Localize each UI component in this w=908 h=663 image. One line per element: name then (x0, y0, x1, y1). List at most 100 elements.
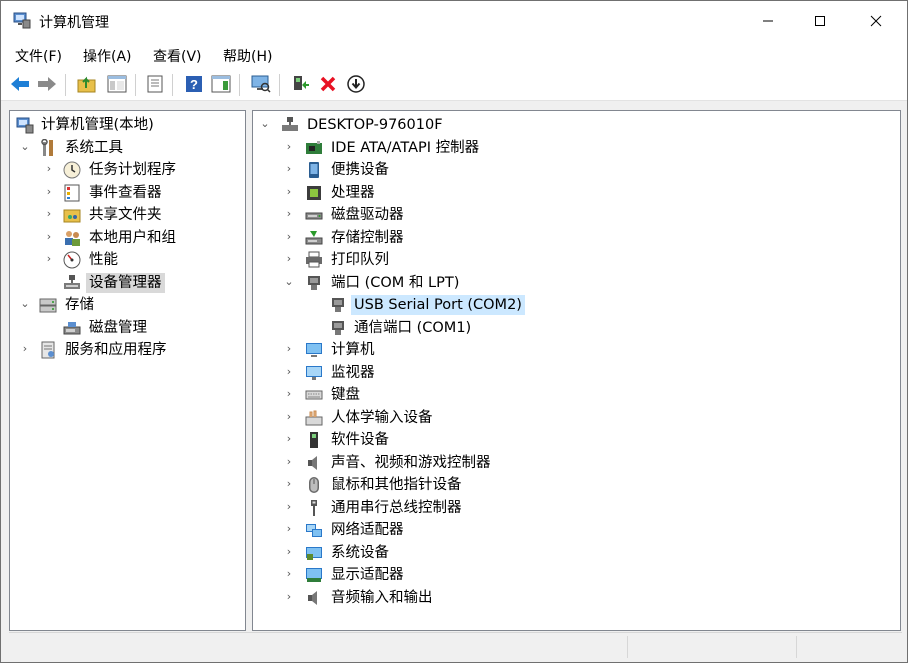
device-label: 计算机 (331, 342, 375, 358)
chevron-down-icon[interactable]: ⌄ (19, 140, 31, 154)
minimize-button[interactable] (745, 1, 791, 41)
close-button[interactable] (853, 1, 899, 41)
disable-device-icon (347, 75, 365, 93)
device-category-disk-drives[interactable]: › 磁盘驱动器 (253, 204, 900, 226)
device-category-mice[interactable]: › 鼠标和其他指针设备 (253, 474, 900, 496)
chevron-right-icon[interactable]: › (43, 162, 55, 176)
chevron-right-icon[interactable]: › (283, 140, 295, 154)
menu-help[interactable]: 帮助(H) (223, 46, 272, 66)
up-folder-button[interactable] (75, 72, 99, 96)
device-category-ide[interactable]: › IDE ATA/ATAPI 控制器 (253, 137, 900, 159)
chevron-right-icon[interactable]: › (283, 410, 295, 424)
device-com1-port[interactable]: 通信端口 (COM1) (253, 317, 900, 339)
device-tree-root[interactable]: ⌄ DESKTOP-976010F (253, 114, 900, 136)
tree-item-services-apps[interactable]: › 服务和应用程序 (10, 339, 245, 361)
tree-item-local-users[interactable]: › 本地用户和组 (10, 227, 245, 249)
properties-button[interactable] (143, 72, 167, 96)
device-category-processor[interactable]: › 处理器 (253, 182, 900, 204)
device-category-storage-controllers[interactable]: › 存储控制器 (253, 227, 900, 249)
chevron-right-icon[interactable]: › (283, 545, 295, 559)
chevron-right-icon[interactable]: › (283, 477, 295, 491)
device-category-network[interactable]: › 网络适配器 (253, 519, 900, 541)
performance-icon (63, 251, 81, 269)
device-category-system[interactable]: › 系统设备 (253, 542, 900, 564)
device-category-usb[interactable]: › 通用串行总线控制器 (253, 497, 900, 519)
device-category-monitors[interactable]: › 监视器 (253, 362, 900, 384)
chevron-down-icon[interactable]: ⌄ (283, 275, 295, 289)
device-category-computer[interactable]: › 计算机 (253, 339, 900, 361)
chevron-right-icon[interactable]: › (283, 432, 295, 446)
forward-button[interactable] (35, 72, 59, 96)
device-tree-pane[interactable]: ⌄ DESKTOP-976010F › IDE ATA/ATAPI 控制器 › … (252, 110, 901, 631)
chevron-right-icon[interactable]: › (283, 522, 295, 536)
device-category-hid[interactable]: › 人体学输入设备 (253, 407, 900, 429)
title-bar[interactable]: 计算机管理 (1, 1, 907, 41)
menu-view[interactable]: 查看(V) (153, 46, 202, 66)
tree-item-shared-folders[interactable]: › 共享文件夹 (10, 204, 245, 226)
chevron-right-icon[interactable]: › (283, 567, 295, 581)
update-driver-button[interactable] (288, 72, 312, 96)
chevron-down-icon[interactable]: ⌄ (259, 117, 271, 131)
menu-file[interactable]: 文件(F) (15, 46, 62, 66)
device-label: 监视器 (331, 365, 375, 381)
device-category-keyboards[interactable]: › 键盘 (253, 384, 900, 406)
software-device-icon (310, 432, 318, 448)
device-category-display[interactable]: › 显示适配器 (253, 564, 900, 586)
back-button[interactable] (8, 72, 32, 96)
storage-icon (39, 298, 57, 313)
tree-label: 事件查看器 (89, 185, 162, 201)
chevron-right-icon[interactable]: › (43, 230, 55, 244)
help-icon: ? (186, 76, 202, 92)
device-usb-serial-port[interactable]: USB Serial Port (COM2) (253, 294, 900, 316)
device-category-software[interactable]: › 软件设备 (253, 429, 900, 451)
status-separator (627, 636, 628, 658)
chevron-right-icon[interactable]: › (283, 455, 295, 469)
chevron-right-icon[interactable]: › (283, 185, 295, 199)
chevron-right-icon[interactable]: › (283, 387, 295, 401)
menu-action[interactable]: 操作(A) (83, 46, 132, 66)
chevron-right-icon[interactable]: › (283, 252, 295, 266)
chevron-down-icon[interactable]: ⌄ (19, 297, 31, 311)
chevron-right-icon[interactable]: › (43, 252, 55, 266)
device-label: 系统设备 (331, 545, 389, 561)
tree-item-device-manager[interactable]: 设备管理器 (10, 272, 245, 294)
chevron-right-icon[interactable]: › (43, 185, 55, 199)
status-separator (796, 636, 797, 658)
show-hide-tree-button[interactable] (105, 72, 129, 96)
port-icon (308, 276, 320, 290)
toolbar-separator (172, 74, 173, 96)
device-category-audio-io[interactable]: › 音频输入和输出 (253, 587, 900, 609)
processor-icon (307, 186, 321, 200)
tree-item-performance[interactable]: › 性能 (10, 249, 245, 271)
device-category-portable[interactable]: › 便携设备 (253, 159, 900, 181)
left-tree-pane[interactable]: 计算机管理(本地) ⌄ 系统工具 › 任务计划程序 › 事件查看器 › 共享文件… (9, 110, 246, 631)
show-action-pane-button[interactable] (209, 72, 233, 96)
maximize-button[interactable] (797, 1, 843, 41)
tree-item-event-viewer[interactable]: › 事件查看器 (10, 182, 245, 204)
uninstall-device-button[interactable] (316, 72, 340, 96)
help-button[interactable]: ? (182, 72, 206, 96)
chevron-right-icon[interactable]: › (283, 500, 295, 514)
chevron-right-icon[interactable]: › (283, 207, 295, 221)
scan-hardware-button[interactable] (249, 72, 273, 96)
chevron-right-icon[interactable]: › (43, 207, 55, 221)
chevron-right-icon[interactable]: › (283, 230, 295, 244)
tree-item-storage[interactable]: ⌄ 存储 (10, 294, 245, 316)
update-driver-icon (294, 76, 309, 90)
menu-bar: 文件(F) 操作(A) 查看(V) 帮助(H) (1, 41, 907, 69)
chevron-right-icon[interactable]: › (283, 162, 295, 176)
tree-item-task-scheduler[interactable]: › 任务计划程序 (10, 159, 245, 181)
disable-device-button[interactable] (344, 72, 368, 96)
chevron-right-icon[interactable]: › (19, 342, 31, 356)
chevron-right-icon[interactable]: › (283, 365, 295, 379)
storage-controller-icon (305, 231, 323, 245)
device-category-print-queues[interactable]: › 打印队列 (253, 249, 900, 271)
tree-item-disk-management[interactable]: 磁盘管理 (10, 317, 245, 339)
tree-item-root[interactable]: 计算机管理(本地) (10, 114, 245, 136)
toolbar-separator (135, 74, 136, 96)
device-category-sound[interactable]: › 声音、视频和游戏控制器 (253, 452, 900, 474)
tree-item-system-tools[interactable]: ⌄ 系统工具 (10, 137, 245, 159)
chevron-right-icon[interactable]: › (283, 590, 295, 604)
chevron-right-icon[interactable]: › (283, 342, 295, 356)
device-category-ports[interactable]: ⌄ 端口 (COM 和 LPT) (253, 272, 900, 294)
